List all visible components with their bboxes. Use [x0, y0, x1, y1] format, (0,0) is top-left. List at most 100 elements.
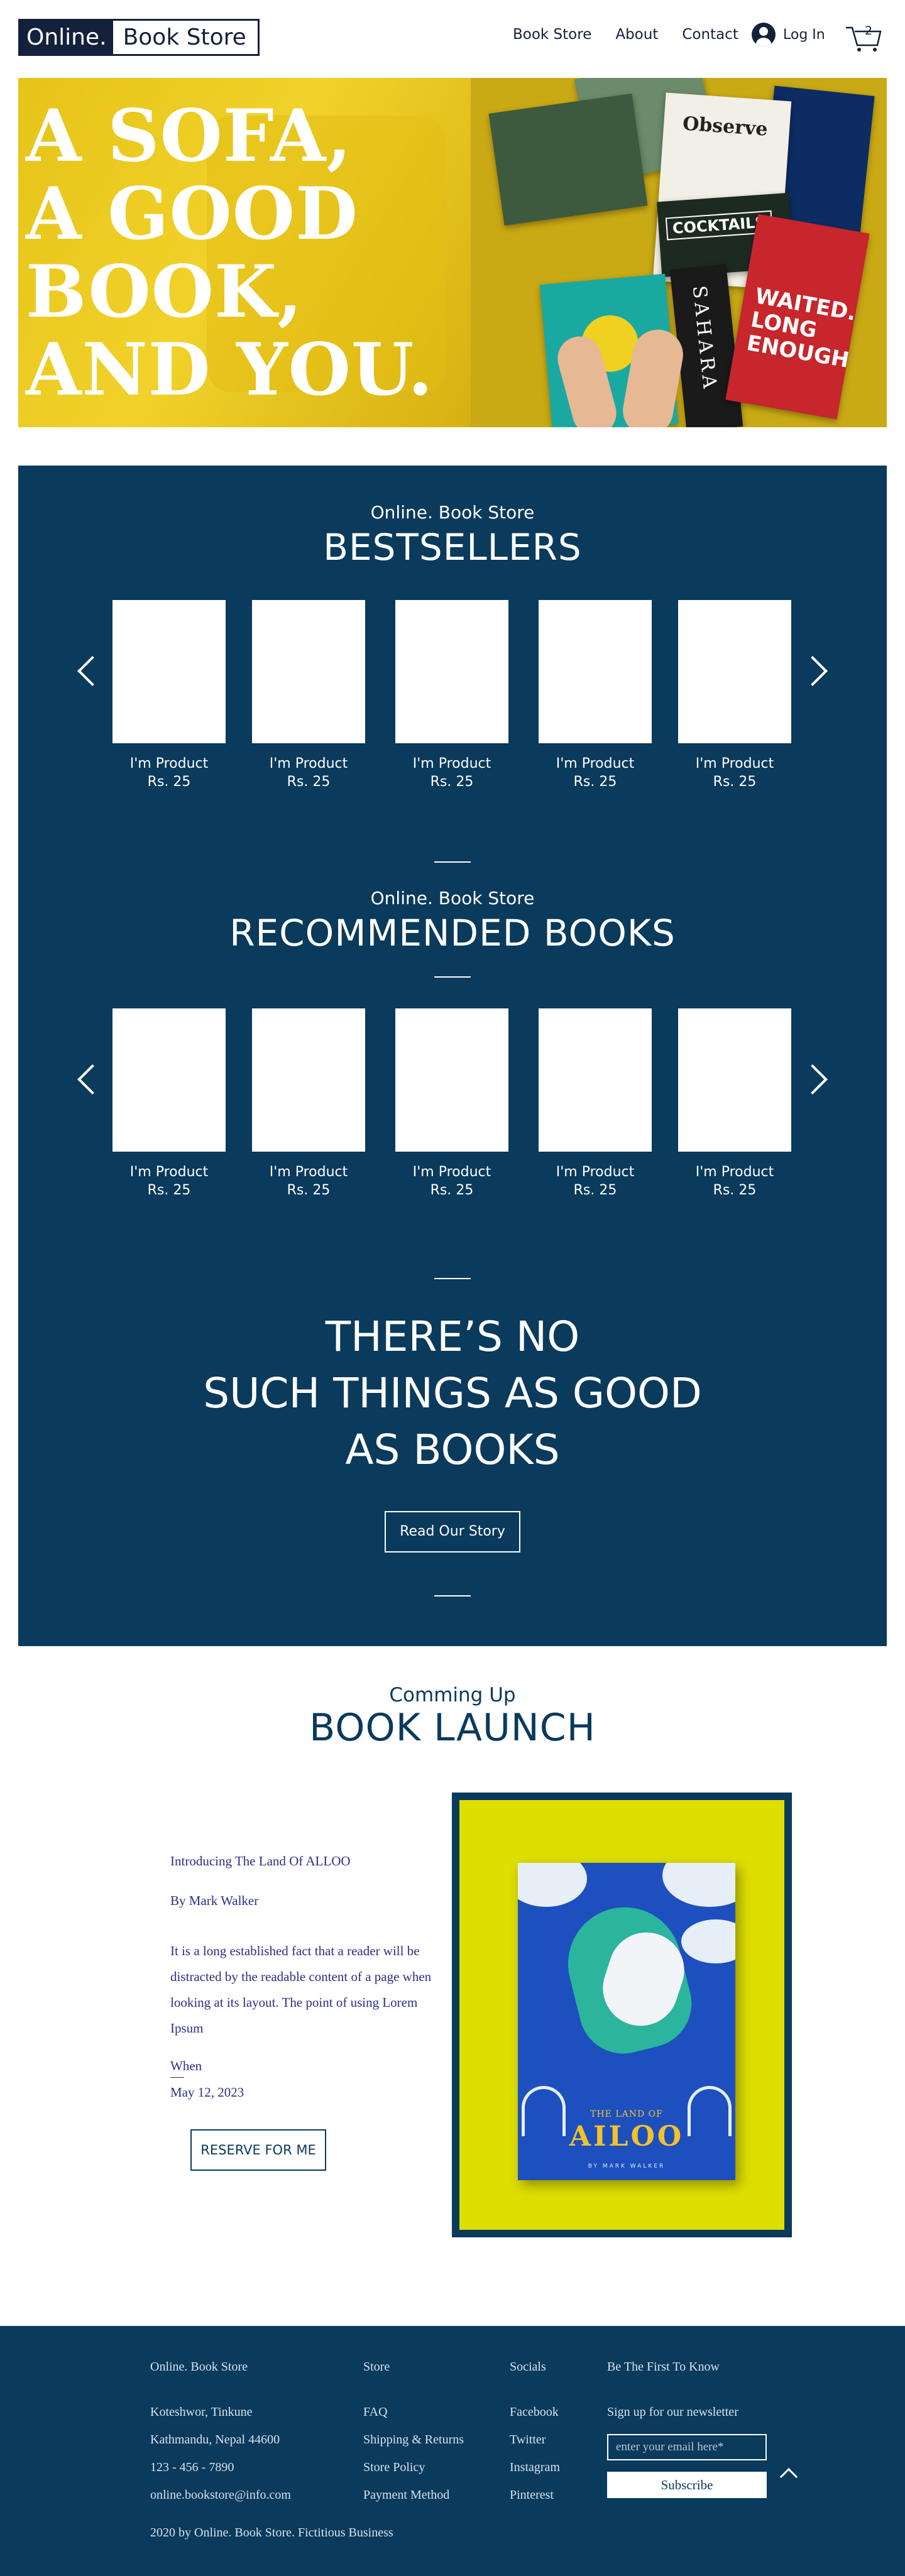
product-image[interactable]	[395, 1008, 508, 1152]
product-card[interactable]: I'm Product Rs. 25	[539, 1008, 652, 1198]
reserve-for-me-button[interactable]: RESERVE FOR ME	[190, 2129, 326, 2171]
user-avatar-icon	[752, 23, 776, 46]
cover-subtitle: THE LAND OF	[590, 2109, 663, 2119]
product-name[interactable]: I'm Product	[395, 1164, 508, 1180]
product-name[interactable]: I'm Product	[678, 756, 791, 772]
nav-book-store[interactable]: Book Store	[513, 26, 591, 43]
footer-socials-column: Socials Facebook Twitter Instagram Pinte…	[510, 2360, 560, 2504]
product-image[interactable]	[678, 1008, 791, 1152]
launch-cover-frame: THE LAND OF AILOO BY MARK WALKER	[452, 1793, 792, 2237]
product-price: Rs. 25	[287, 1182, 331, 1198]
product-image[interactable]	[252, 600, 365, 743]
subscribe-button[interactable]: Subscribe	[607, 2472, 767, 2498]
footer-contact-column: Online. Book Store Koteshwor, Tinkune Ka…	[150, 2360, 291, 2504]
product-name[interactable]: I'm Product	[252, 756, 365, 772]
logo-part-online: Online.	[20, 21, 113, 54]
product-price: Rs. 25	[430, 1182, 474, 1198]
product-name[interactable]: I'm Product	[539, 1164, 652, 1180]
footer-link-shipping[interactable]: Shipping & Returns	[363, 2430, 464, 2449]
product-price: Rs. 25	[147, 774, 191, 790]
footer-newsletter-column: Be The First To Know Sign up for our new…	[607, 2360, 767, 2498]
product-card[interactable]: I'm Product Rs. 25	[395, 600, 508, 790]
product-image[interactable]	[395, 600, 508, 743]
launch-title: BOOK LAUNCH	[309, 1706, 596, 1750]
cart-button[interactable]: 2	[845, 23, 882, 53]
product-name[interactable]: I'm Product	[112, 756, 226, 772]
cover-author: BY MARK WALKER	[588, 2163, 666, 2169]
launch-book-cover: THE LAND OF AILOO BY MARK WALKER	[518, 1863, 735, 2180]
launch-when-label: When	[170, 2058, 202, 2073]
product-image[interactable]	[112, 1008, 226, 1152]
product-name[interactable]: I'm Product	[678, 1164, 791, 1180]
section-divider	[434, 861, 471, 863]
logo-part-bookstore: Book Store	[112, 21, 258, 54]
footer-link-instagram[interactable]: Instagram	[510, 2458, 560, 2477]
footer-phone: 123 - 456 - 7890	[150, 2460, 234, 2474]
footer-link-store-policy[interactable]: Store Policy	[363, 2458, 464, 2477]
launch-intro: Introducing The Land Of ALLOO	[170, 1853, 351, 1869]
product-name[interactable]: I'm Product	[252, 1164, 365, 1180]
product-price: Rs. 25	[430, 774, 474, 790]
footer-address-line: Kathmandu, Nepal 44600	[150, 2433, 280, 2447]
read-our-story-button[interactable]: Read Our Story	[385, 1511, 520, 1553]
quote-block: THERE’S NO SUCH THINGS AS GOOD AS BOOKS	[18, 1309, 887, 1478]
product-card[interactable]: I'm Product Rs. 25	[678, 600, 791, 790]
hero-headline: A SOFA, A GOOD BOOK, AND YOU.	[26, 97, 434, 408]
footer-link-pinterest[interactable]: Pinterest	[510, 2486, 560, 2504]
hero-line: A SOFA,	[26, 94, 353, 178]
product-name[interactable]: I'm Product	[539, 756, 652, 772]
product-image[interactable]	[112, 600, 226, 743]
footer-copyright: 2020 by Online. Book Store. Fictitious B…	[150, 2526, 393, 2540]
product-card[interactable]: I'm Product Rs. 25	[395, 1008, 508, 1198]
launch-description: It is a long established fact that a rea…	[170, 1943, 432, 2036]
launch-author: By Mark Walker	[170, 1893, 259, 1908]
quote-line: THERE’S NO	[325, 1313, 580, 1361]
hero-line: AND YOU.	[26, 327, 434, 412]
product-name[interactable]: I'm Product	[112, 1164, 226, 1180]
section-divider	[434, 976, 471, 978]
product-price: Rs. 25	[287, 774, 331, 790]
product-card[interactable]: I'm Product Rs. 25	[252, 600, 365, 790]
footer-email-link[interactable]: online.bookstore@info.com	[150, 2486, 291, 2504]
site-logo[interactable]: Online. Book Store	[18, 19, 260, 56]
product-image[interactable]	[252, 1008, 365, 1152]
products-section: Online. Book Store BESTSELLERS I'm Produ…	[18, 466, 887, 1646]
product-card[interactable]: I'm Product Rs. 25	[112, 1008, 226, 1198]
hero-books-image: Observe COCKTAILS SAHARA WAITED. LONG EN…	[471, 78, 887, 427]
product-card[interactable]: I'm Product Rs. 25	[539, 600, 652, 790]
launch-date: May 12, 2023	[170, 2085, 244, 2100]
hero-banner: Observe COCKTAILS SAHARA WAITED. LONG EN…	[18, 78, 887, 427]
when-underline	[170, 2077, 184, 2078]
product-card[interactable]: I'm Product Rs. 25	[252, 1008, 365, 1198]
nav-about[interactable]: About	[615, 26, 658, 43]
product-card[interactable]: I'm Product Rs. 25	[112, 600, 226, 790]
footer-link-faq[interactable]: FAQ	[363, 2403, 464, 2421]
product-price: Rs. 25	[713, 774, 757, 790]
nav-contact[interactable]: Contact	[682, 26, 738, 43]
cart-count: 2	[864, 24, 873, 38]
section-divider	[434, 1595, 471, 1596]
bestsellers-title: BESTSELLERS	[323, 526, 582, 569]
footer-link-facebook[interactable]: Facebook	[510, 2403, 560, 2421]
newsletter-subtitle: Sign up for our newsletter	[607, 2405, 738, 2419]
product-image[interactable]	[678, 600, 791, 743]
product-card[interactable]: I'm Product Rs. 25	[678, 1008, 791, 1198]
login-button[interactable]: Log In	[752, 23, 825, 46]
site-header: Online. Book Store Book Store About Cont…	[0, 0, 905, 74]
product-image[interactable]	[539, 1008, 652, 1152]
product-name[interactable]: I'm Product	[395, 756, 508, 772]
recommended-gallery: I'm Product Rs. 25 I'm Product Rs. 25 I'…	[18, 1008, 887, 1235]
newsletter-email-input[interactable]	[607, 2434, 767, 2460]
footer-link-payment[interactable]: Payment Method	[363, 2486, 464, 2504]
hero-book-title: Observe	[682, 112, 769, 141]
hero-book-title: SAHARA	[688, 284, 721, 393]
footer-heading: Be The First To Know	[607, 2360, 720, 2374]
hero-line: A GOOD	[26, 172, 358, 256]
footer-link-twitter[interactable]: Twitter	[510, 2430, 560, 2449]
back-to-top-icon[interactable]	[779, 2467, 798, 2486]
bestsellers-eyebrow: Online. Book Store	[370, 502, 535, 523]
product-image[interactable]	[539, 600, 652, 743]
site-footer: Online. Book Store Koteshwor, Tinkune Ka…	[0, 2326, 905, 2576]
hero-book	[488, 93, 648, 226]
launch-eyebrow: Comming Up	[389, 1684, 516, 1706]
